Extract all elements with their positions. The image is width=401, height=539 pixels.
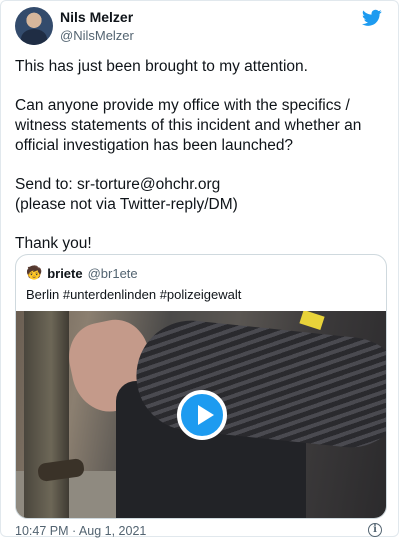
quoted-tweet[interactable]: 🧒 briete @br1ete Berlin #unterdenlinden … bbox=[15, 254, 387, 519]
tweet-card: Nils Melzer @NilsMelzer This has just be… bbox=[0, 0, 399, 538]
quoted-author-handle[interactable]: @br1ete bbox=[88, 266, 138, 281]
tweet-timestamp[interactable]: 10:47 PM · Aug 1, 2021 bbox=[15, 524, 146, 538]
tweet-line-request: Can anyone provide my office with the sp… bbox=[15, 97, 362, 154]
author-avatar[interactable] bbox=[15, 7, 53, 45]
quoted-author-name[interactable]: briete bbox=[47, 266, 82, 281]
quoted-tweet-text: Berlin #unterdenlinden #polizeigewalt bbox=[26, 287, 242, 302]
tweet-line-attention: This has just been brought to my attenti… bbox=[15, 58, 308, 75]
video-yellow-object bbox=[299, 311, 325, 331]
play-icon[interactable] bbox=[177, 390, 227, 440]
tweet-line-send-to: Send to: sr-torture@ohchr.org bbox=[15, 176, 221, 193]
twitter-bird-icon[interactable] bbox=[362, 9, 382, 27]
author-handle[interactable]: @NilsMelzer bbox=[60, 28, 134, 43]
video-thumbnail[interactable] bbox=[16, 311, 386, 518]
tweet-line-note: (please not via Twitter-reply/DM) bbox=[15, 196, 238, 213]
avatar-suit-shape bbox=[21, 29, 47, 45]
video-person-leg bbox=[24, 311, 69, 518]
author-name[interactable]: Nils Melzer bbox=[60, 9, 133, 25]
quoted-tweet-header: 🧒 briete @br1ete bbox=[26, 265, 138, 281]
info-icon[interactable]: i bbox=[368, 523, 382, 537]
tweet-body: This has just been brought to my attenti… bbox=[15, 57, 387, 273]
child-emoji-icon: 🧒 bbox=[26, 265, 43, 280]
tweet-line-thanks: Thank you! bbox=[15, 235, 92, 252]
